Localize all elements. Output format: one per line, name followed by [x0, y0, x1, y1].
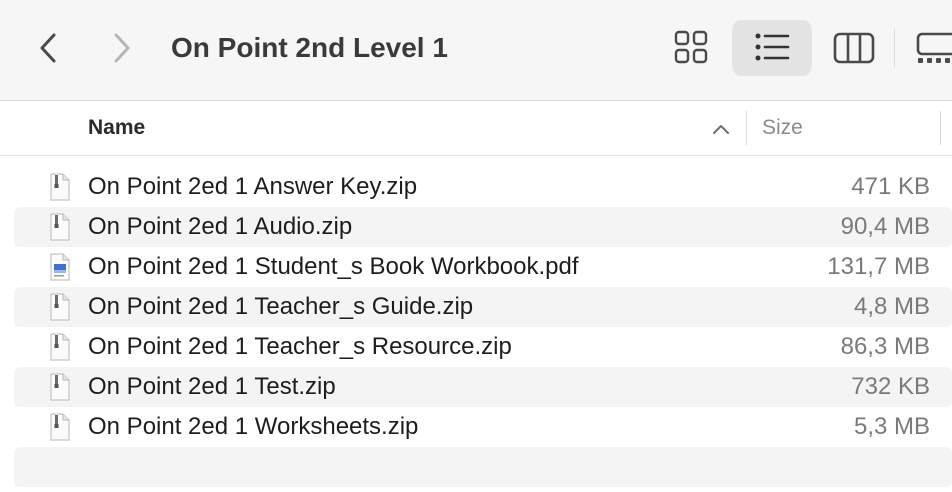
zip-file-icon [50, 413, 70, 441]
file-size: 131,7 MB [827, 253, 930, 280]
chevron-left-icon [40, 33, 56, 63]
file-size: 4,8 MB [853, 293, 930, 320]
column-header: Name Size [0, 101, 952, 156]
file-row[interactable]: On Point 2ed 1 Teacher_s Guide.zip 4,8 M… [14, 287, 952, 327]
file-row[interactable]: On Point 2ed 1 Student_s Book Workbook.p… [14, 247, 952, 287]
file-row[interactable]: On Point 2ed 1 Test.zip 732 KB [14, 367, 952, 407]
chevron-right-icon [114, 33, 130, 63]
list-icon [755, 33, 790, 61]
file-row[interactable]: On Point 2ed 1 Teacher_s Resource.zip 86… [14, 327, 952, 367]
toolbar-divider [894, 28, 895, 68]
file-name: On Point 2ed 1 Audio.zip [88, 213, 353, 240]
zip-file-icon [50, 333, 70, 361]
toolbar: On Point 2nd Level 1 [0, 0, 952, 101]
gallery-icon [916, 32, 952, 63]
size-column-header[interactable]: Size [762, 115, 803, 141]
grid-icon [674, 30, 708, 64]
name-column-header[interactable]: Name [88, 115, 145, 141]
file-row[interactable]: On Point 2ed 1 Answer Key.zip 471 KB [14, 167, 952, 207]
column-divider[interactable] [746, 111, 747, 145]
file-name: On Point 2ed 1 Teacher_s Guide.zip [88, 293, 474, 320]
column-divider[interactable] [940, 111, 941, 145]
file-size: 90,4 MB [840, 213, 930, 240]
file-name: On Point 2ed 1 Teacher_s Resource.zip [88, 333, 512, 360]
back-button[interactable] [32, 30, 68, 66]
pdf-file-icon [50, 253, 70, 281]
zip-file-icon [50, 373, 70, 401]
file-row[interactable]: On Point 2ed 1 Worksheets.zip 5,3 MB [14, 407, 952, 447]
columns-icon [833, 32, 875, 64]
file-name: On Point 2ed 1 Answer Key.zip [88, 173, 418, 200]
zip-file-icon [50, 173, 70, 201]
file-size: 732 KB [851, 373, 930, 400]
column-view-button[interactable] [826, 20, 882, 76]
zip-file-icon [50, 213, 70, 241]
forward-button[interactable] [104, 30, 140, 66]
empty-row [14, 447, 952, 487]
list-view-button[interactable] [732, 20, 812, 76]
icon-view-button[interactable] [666, 20, 716, 76]
file-size: 86,3 MB [840, 333, 930, 360]
file-size: 5,3 MB [853, 413, 930, 440]
zip-file-icon [50, 293, 70, 321]
file-row[interactable]: On Point 2ed 1 Audio.zip 90,4 MB [14, 207, 952, 247]
gallery-view-button[interactable] [906, 20, 952, 76]
file-name: On Point 2ed 1 Test.zip [88, 373, 336, 400]
window-title: On Point 2nd Level 1 [171, 32, 448, 63]
file-size: 471 KB [851, 173, 930, 200]
file-name: On Point 2ed 1 Worksheets.zip [88, 413, 419, 440]
sort-ascending-icon[interactable] [710, 121, 732, 137]
file-name: On Point 2ed 1 Student_s Book Workbook.p… [88, 253, 579, 280]
